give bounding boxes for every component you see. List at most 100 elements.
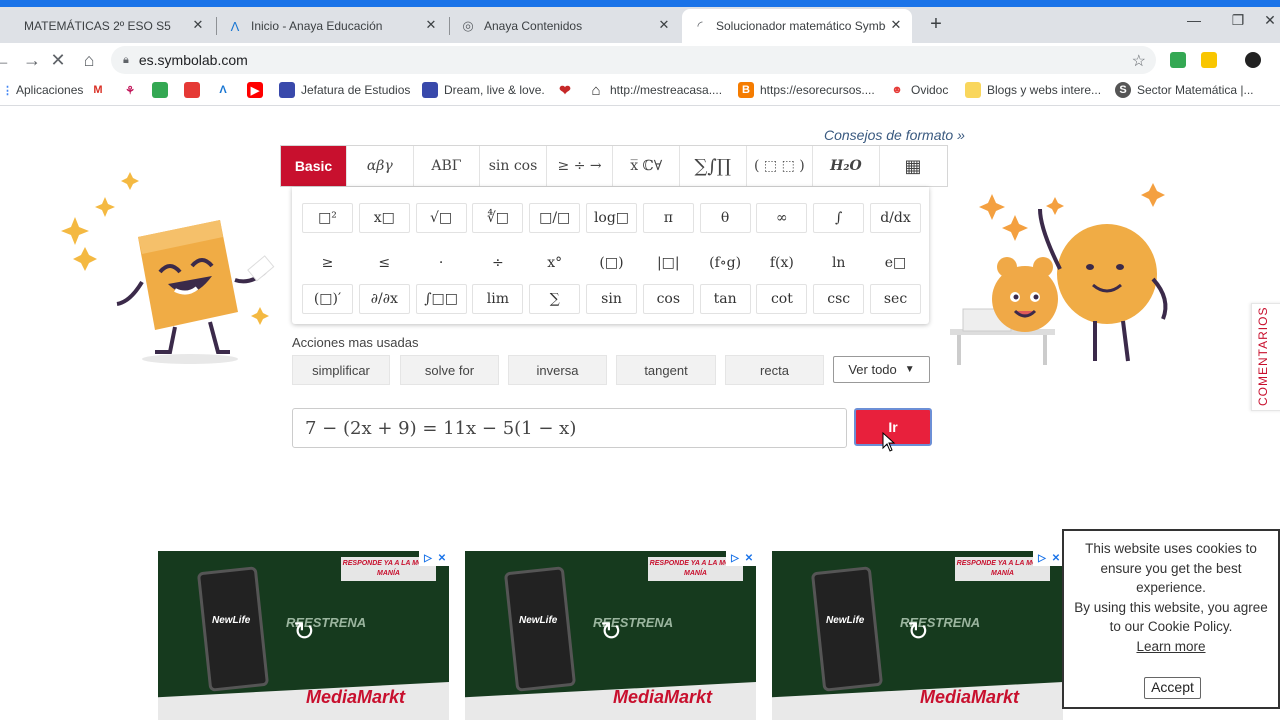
tab-anaya-contenidos[interactable]: ◎ Anaya Contenidos ✕	[450, 9, 680, 43]
tab-greek-lower[interactable]: αβγ	[347, 146, 414, 186]
math-key[interactable]: θ	[699, 203, 751, 233]
adchoices-icon: ▷	[1038, 553, 1046, 564]
replay-icon[interactable]: ↻	[290, 617, 318, 645]
bookmark-3[interactable]	[152, 82, 174, 98]
close-icon[interactable]: ✕	[888, 17, 904, 33]
ad-banner-1[interactable]: NewLife RESPONDE YA A LA MÓVIL MANÍA REE…	[158, 551, 449, 720]
action-simplificar[interactable]: simplificar	[292, 355, 390, 385]
math-key[interactable]: csc	[813, 284, 865, 314]
math-key[interactable]: (□)	[586, 248, 637, 278]
ad-close[interactable]: ▷ ✕	[726, 551, 756, 566]
comments-side-tab[interactable]: COMENTARIOS	[1251, 303, 1280, 411]
close-window-icon[interactable]: ✕	[1258, 12, 1280, 32]
tab-calculus[interactable]: ∑∫∏	[680, 146, 747, 186]
close-icon[interactable]: ✕	[190, 17, 206, 33]
math-key[interactable]: f(x)	[756, 248, 808, 278]
math-key[interactable]: ÷	[472, 248, 524, 278]
bookmark-mestreacasa[interactable]: ⌂ http://mestreacasa....	[588, 82, 722, 99]
action-inversa[interactable]: inversa	[508, 355, 607, 385]
replay-icon[interactable]: ↻	[904, 617, 932, 645]
bookmark-heart[interactable]: ❤	[557, 82, 579, 98]
math-key[interactable]: e□	[870, 248, 921, 278]
math-key[interactable]: ∞	[756, 203, 808, 233]
action-recta[interactable]: recta	[725, 355, 824, 385]
bookmark-4[interactable]	[184, 82, 206, 98]
bookmark-2[interactable]: ⚘	[122, 82, 144, 98]
bookmark-sector[interactable]: S Sector Matemática |...	[1115, 82, 1254, 98]
tab-chemistry[interactable]: H₂O	[813, 146, 880, 186]
format-tips-link[interactable]: Consejos de formato »	[824, 127, 965, 143]
minimize-icon[interactable]: —	[1182, 12, 1206, 32]
tab-anaya-inicio[interactable]: Λ Inicio - Anaya Educación ✕	[217, 9, 447, 43]
tab-basic[interactable]: Basic	[281, 146, 347, 186]
ad-close[interactable]: ▷ ✕	[1033, 551, 1063, 566]
math-key[interactable]: sec	[870, 284, 921, 314]
bookmark-apps[interactable]: ⋮⋮ Aplicaciones	[0, 82, 83, 98]
math-key[interactable]: ≤	[358, 248, 410, 278]
replay-icon[interactable]: ↻	[597, 617, 625, 645]
profile-avatar-icon[interactable]	[1245, 52, 1261, 68]
forward-button[interactable]: →	[20, 48, 44, 72]
math-key[interactable]: □/□	[529, 203, 581, 233]
calculator-icon[interactable]: ▦	[880, 146, 947, 186]
math-key[interactable]: ln	[813, 248, 865, 278]
math-key[interactable]: d/dx	[870, 203, 921, 233]
math-key[interactable]: ∫	[813, 203, 865, 233]
accept-cookies-button[interactable]: Accept	[1144, 677, 1201, 699]
bookmark-star-icon[interactable]: ☆	[1132, 51, 1146, 71]
math-key[interactable]: tan	[699, 284, 751, 314]
ad-close[interactable]: ▷ ✕	[419, 551, 449, 566]
learn-more-link[interactable]: Learn more	[1074, 637, 1268, 657]
math-key[interactable]: (□)′	[302, 284, 353, 314]
extension-notes-icon[interactable]	[1201, 52, 1217, 68]
bookmark-esorecursos[interactable]: B https://esorecursos....	[738, 82, 875, 98]
new-tab-button[interactable]: +	[926, 14, 946, 34]
math-key[interactable]: ·	[415, 248, 467, 278]
bookmark-youtube[interactable]: ▶	[247, 82, 269, 98]
math-key[interactable]: ∜□	[472, 203, 524, 233]
stop-loading-button[interactable]: ✕	[46, 48, 70, 72]
bookmark-ovidoc[interactable]: ☻ Ovidoc	[889, 82, 948, 98]
tab-operators[interactable]: ≥ ÷ →	[547, 146, 614, 186]
tab-trig[interactable]: sin cos	[480, 146, 547, 186]
bookmark-dream[interactable]: Dream, live & love.	[422, 82, 545, 98]
math-key[interactable]: (f∘g)	[699, 248, 751, 278]
math-key[interactable]: cos	[642, 284, 694, 314]
math-key[interactable]: lim	[472, 284, 524, 314]
math-key[interactable]: x°	[529, 248, 581, 278]
math-key[interactable]: x□	[358, 203, 410, 233]
tab-matrix[interactable]: ( ⬚ ⬚ )	[747, 146, 814, 186]
math-key[interactable]: ≥	[302, 248, 353, 278]
bookmark-5[interactable]: Λ	[215, 82, 237, 98]
tab-matematicas[interactable]: MATEMÁTICAS 2º ESO S5 ✕	[0, 9, 214, 43]
math-key[interactable]: sin	[586, 284, 637, 314]
restore-icon[interactable]: ❐	[1226, 12, 1250, 32]
close-icon[interactable]: ✕	[423, 17, 439, 33]
math-key[interactable]: π	[642, 203, 694, 233]
ad-banner-3[interactable]: NewLife RESPONDE YA A LA MÓVIL MANÍA REE…	[772, 551, 1063, 720]
math-expression-input[interactable]: 7 − (2x + 9) = 11x − 5(1 − x)	[292, 408, 847, 448]
tab-greek-upper[interactable]: ABΓ	[414, 146, 481, 186]
math-key[interactable]: ∑	[529, 284, 581, 314]
math-key[interactable]: |□|	[642, 248, 694, 278]
tab-sets[interactable]: x̅ ℂ∀	[613, 146, 680, 186]
see-all-dropdown[interactable]: Ver todo ▼	[833, 356, 930, 383]
close-icon[interactable]: ✕	[656, 17, 672, 33]
math-key[interactable]: cot	[756, 284, 808, 314]
math-key[interactable]: ∫□□	[415, 284, 467, 314]
math-key[interactable]: □²	[302, 203, 353, 233]
address-bar[interactable]: 🔒︎ es.symbolab.com ☆	[111, 46, 1156, 74]
extension-cast-icon[interactable]	[1170, 52, 1186, 68]
action-solve-for[interactable]: solve for	[400, 355, 499, 385]
action-tangent[interactable]: tangent	[616, 355, 716, 385]
home-button[interactable]: ⌂	[77, 48, 101, 72]
bookmark-gmail[interactable]: M	[90, 82, 112, 98]
back-button[interactable]: ←	[0, 48, 14, 72]
math-key[interactable]: ∂/∂x	[358, 284, 410, 314]
bookmark-jefatura[interactable]: Jefatura de Estudios	[279, 82, 410, 98]
tab-symbolab[interactable]: ◜ Solucionador matemático Symbo ✕	[682, 9, 912, 43]
bookmark-blogs-folder[interactable]: Blogs y webs intere...	[965, 82, 1101, 98]
ad-banner-2[interactable]: NewLife RESPONDE YA A LA MÓVIL MANÍA REE…	[465, 551, 756, 720]
math-key[interactable]: log□	[586, 203, 637, 233]
math-key[interactable]: √□	[415, 203, 467, 233]
